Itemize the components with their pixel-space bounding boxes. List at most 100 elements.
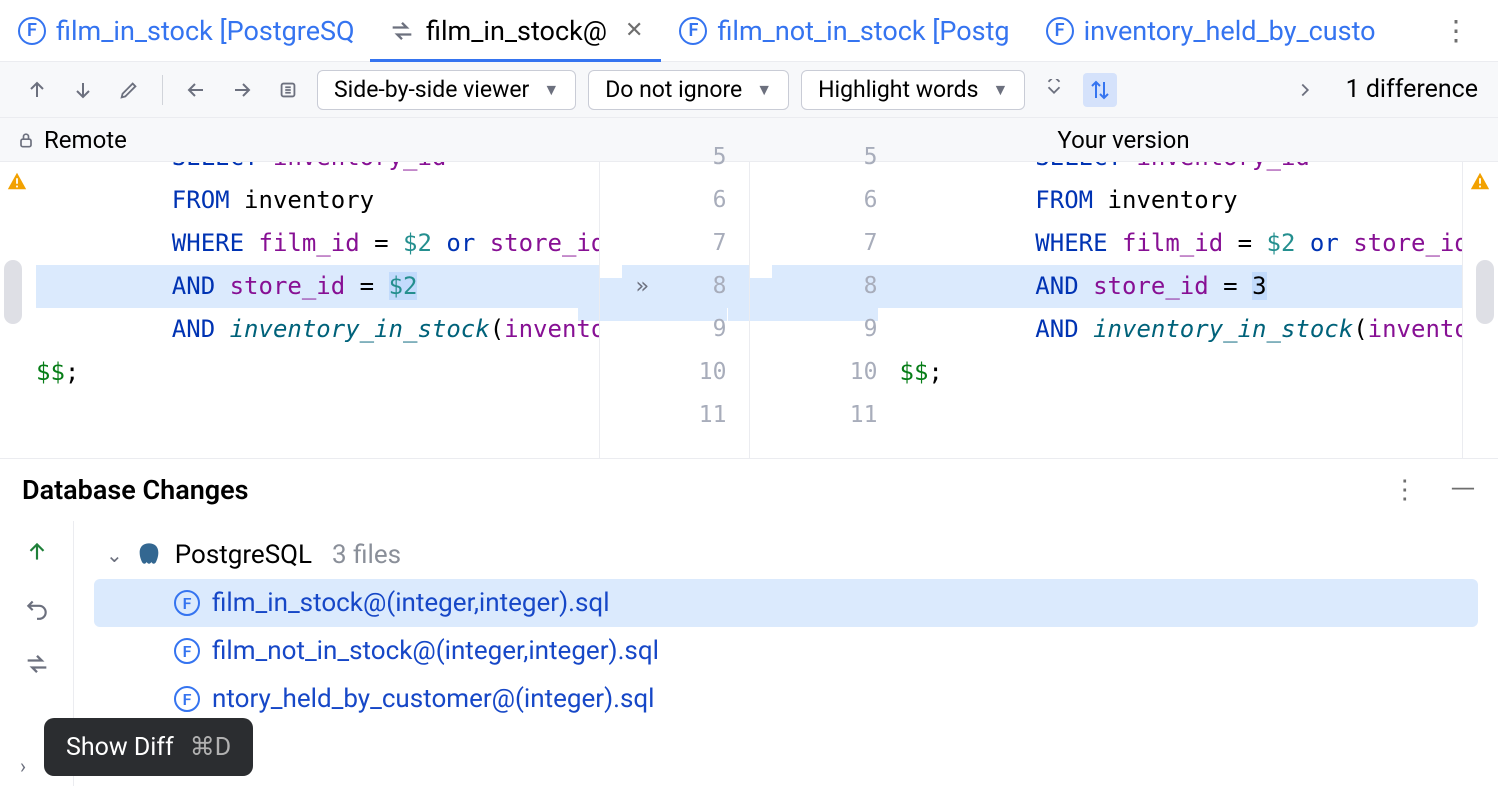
- line-number: »8: [622, 265, 749, 308]
- code-line: FROM inventory: [900, 179, 1463, 222]
- line-number: 11: [850, 394, 878, 437]
- file-name: ntory_held_by_customer@(integer).sql: [212, 684, 655, 714]
- tab-label: film_not_in_stock [Postg: [717, 15, 1009, 47]
- chevron-down-icon: ▼: [756, 80, 772, 100]
- tooltip-show-diff: Show Diff ⌘D: [44, 718, 253, 776]
- code-line: [900, 394, 1463, 437]
- chevron-down-icon: ⌄: [106, 543, 123, 567]
- function-icon: F: [174, 686, 200, 712]
- code-line: SELECT inventory_id: [36, 162, 599, 179]
- panel-title: Remote: [44, 126, 127, 154]
- ignore-mode-dropdown[interactable]: Do not ignore ▼: [588, 70, 789, 110]
- panel-minimize-button[interactable]: —: [1450, 470, 1476, 510]
- next-diff-button[interactable]: [66, 73, 100, 107]
- function-icon: F: [18, 17, 46, 45]
- scroll-thumb[interactable]: [1476, 260, 1494, 324]
- panel-title: Database Changes: [22, 474, 249, 506]
- viewer-mode-dropdown[interactable]: Side-by-side viewer ▼: [317, 70, 576, 110]
- prev-diff-button[interactable]: [20, 73, 54, 107]
- function-icon: F: [174, 590, 200, 616]
- diff-count-label: 1 difference: [1346, 75, 1478, 104]
- left-panel-header: Remote: [0, 118, 749, 161]
- tab-film-not-in-stock[interactable]: F film_not_in_stock [Postg: [661, 0, 1027, 62]
- right-panel-header: Your version: [749, 118, 1498, 161]
- file-name: film_in_stock@(integer,integer).sql: [212, 588, 610, 618]
- warning-icon: [4, 170, 30, 192]
- tab-inventory-held[interactable]: F inventory_held_by_custo: [1028, 0, 1394, 62]
- function-icon: F: [174, 638, 200, 664]
- group-count: 3 files: [332, 540, 401, 570]
- line-number: 9: [713, 308, 727, 351]
- highlight-mode-dropdown[interactable]: Highlight words ▼: [801, 70, 1025, 110]
- line-number: 5: [713, 136, 727, 179]
- left-gutter: [0, 162, 36, 458]
- tab-film-in-stock-pg[interactable]: F film_in_stock [PostgreSQ: [0, 0, 370, 62]
- code-line: AND store_id = $2: [36, 265, 599, 308]
- nav-back-button[interactable]: [179, 73, 213, 107]
- scroll-thumb[interactable]: [4, 260, 22, 324]
- diff-toolbar: Side-by-side viewer ▼ Do not ignore ▼ Hi…: [0, 62, 1498, 118]
- line-number: 9: [864, 308, 878, 351]
- code-line: AND inventory_in_stock(inventor: [36, 308, 599, 351]
- function-icon: F: [1046, 17, 1074, 45]
- diff-pane-left[interactable]: SELECT inventory_id FROM inventory WHERE…: [36, 162, 600, 458]
- database-changes-panel: Database Changes ⋮ — ⌄ PostgreSQL 3 file…: [0, 458, 1498, 786]
- rollback-button[interactable]: [20, 591, 54, 625]
- expand-button[interactable]: [1288, 73, 1322, 107]
- editor-tabs: F film_in_stock [PostgreSQ film_in_stock…: [0, 0, 1498, 62]
- tree-file-item[interactable]: Ffilm_not_in_stock@(integer,integer).sql: [94, 627, 1478, 675]
- line-number: 10: [699, 351, 727, 394]
- diff-pane-right[interactable]: SELECT inventory_id FROM inventory WHERE…: [900, 162, 1463, 458]
- chevron-down-icon: ▼: [543, 80, 559, 100]
- dropdown-label: Highlight words: [818, 76, 978, 103]
- tooltip-label: Show Diff: [66, 733, 174, 762]
- chevron-down-icon: ▼: [993, 80, 1009, 100]
- warning-icon: [1467, 170, 1493, 192]
- changes-tree: ⌄ PostgreSQL 3 files Ffilm_in_stock@(int…: [74, 521, 1498, 786]
- code-line: $$;: [900, 351, 1463, 394]
- sync-scroll-button[interactable]: [1083, 73, 1117, 107]
- tabs-overflow-menu[interactable]: ⋮: [1416, 14, 1498, 47]
- lock-icon: [16, 130, 36, 150]
- tab-film-in-stock-diff[interactable]: film_in_stock@ ✕: [370, 0, 661, 62]
- dropdown-label: Do not ignore: [605, 76, 742, 103]
- toggle-whitespace-button[interactable]: [271, 73, 305, 107]
- commit-button[interactable]: [20, 535, 54, 569]
- tab-label: inventory_held_by_custo: [1084, 15, 1376, 47]
- close-icon[interactable]: ✕: [625, 18, 643, 43]
- panel-header: Database Changes ⋮ —: [0, 459, 1498, 521]
- nav-forward-button[interactable]: [225, 73, 259, 107]
- line-number: 10: [850, 351, 878, 394]
- code-line: FROM inventory: [36, 179, 599, 222]
- show-diff-button[interactable]: [20, 647, 54, 681]
- tree-file-item[interactable]: Fntory_held_by_customer@(integer).sql: [94, 675, 1478, 723]
- right-gutter: [1462, 162, 1498, 458]
- edit-button[interactable]: [112, 73, 146, 107]
- collapse-unchanged-button[interactable]: [1037, 73, 1071, 107]
- tooltip-shortcut: ⌘D: [190, 732, 231, 762]
- apply-change-icon[interactable]: »: [636, 265, 649, 308]
- tab-label: film_in_stock [PostgreSQ: [56, 15, 355, 47]
- line-numbers-right: 567891011: [750, 162, 900, 458]
- tab-label: film_in_stock@: [426, 15, 607, 47]
- line-number: 7: [864, 222, 878, 265]
- line-number: 11: [699, 394, 727, 437]
- code-line: SELECT inventory_id: [900, 162, 1463, 179]
- tree-group-postgresql[interactable]: ⌄ PostgreSQL 3 files: [94, 531, 1478, 579]
- line-number: 8: [772, 265, 900, 308]
- line-number: 6: [713, 179, 727, 222]
- code-line: AND store_id = 3: [900, 265, 1463, 308]
- code-line: WHERE film_id = $2 or store_id =: [900, 222, 1463, 265]
- code-line: [36, 394, 599, 437]
- panel-title: Your version: [1057, 126, 1189, 154]
- postgresql-icon: [135, 541, 163, 569]
- diff-panel-headers: Remote Your version: [0, 118, 1498, 162]
- panel-menu-button[interactable]: ⋮: [1392, 475, 1420, 505]
- breadcrumb-chevron-icon: ›: [20, 754, 26, 778]
- dropdown-label: Side-by-side viewer: [334, 76, 529, 103]
- tree-file-item[interactable]: Ffilm_in_stock@(integer,integer).sql: [94, 579, 1478, 627]
- line-number: 6: [864, 179, 878, 222]
- group-label: PostgreSQL: [175, 540, 312, 570]
- diff-editor: SELECT inventory_id FROM inventory WHERE…: [0, 162, 1498, 458]
- file-name: film_not_in_stock@(integer,integer).sql: [212, 636, 659, 666]
